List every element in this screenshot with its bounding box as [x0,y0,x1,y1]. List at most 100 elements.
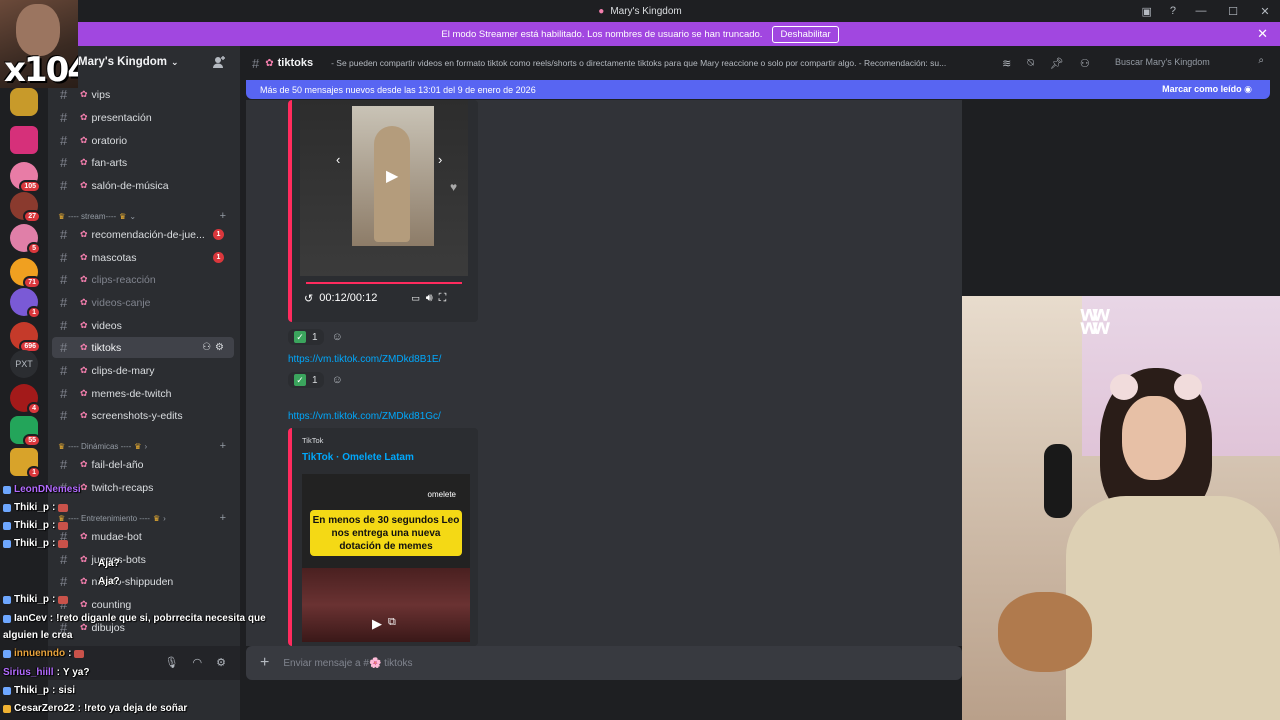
server-icon[interactable]: 5 [10,224,41,255]
omelete-logo: omelete [427,490,456,499]
message-list: ▶ ‹ › ♥ ↺ 00:12/00:12 ▭ 🔊︎ ⛶ ✓ 1 ☺ https:… [246,100,962,646]
chat-line: innuenndo : [3,648,85,659]
microphone-arm [1044,444,1072,518]
server-icon[interactable]: 696 [10,322,41,353]
chevron-left-icon[interactable]: ‹ [336,152,340,167]
channel-topic[interactable]: - Se pueden compartir videos en formato … [331,58,986,68]
flower-icon: ✿ [80,342,88,352]
chat-badge [3,539,11,548]
message-link[interactable]: https://vm.tiktok.com/ZMDkd81Gc/ [288,411,441,422]
add-user-icon[interactable] [212,55,226,69]
channel-videos[interactable]: # ✿ videos [52,315,234,336]
emote-icon [58,521,69,530]
inbox-icon[interactable]: ▣ [1141,5,1151,18]
close-window-button[interactable]: ✕ [1258,5,1272,18]
video-progress-bar[interactable] [306,282,462,284]
channel-clips-de-mary[interactable]: # ✿ clips-de-mary [52,360,234,381]
reaction-check[interactable]: ✓ 1 [288,329,324,345]
stream-chat-overlay: LeonDNemesi Thiki_p : Thiki_p : Thiki_p … [0,480,280,720]
add-reaction-icon[interactable]: ☺ [332,331,343,343]
channel-tiktoks[interactable]: # ✿ tiktoks ⚇ ⚙ [52,337,234,358]
disable-streamer-mode-button[interactable]: Deshabilitar [772,25,839,43]
flower-icon: ✿ [80,135,88,145]
open-external-icon[interactable]: ⧉ [388,616,396,629]
hash-icon: # [60,250,68,265]
play-icon[interactable]: ▶ [386,166,398,186]
flower-icon: ✿ [80,388,88,398]
channel-videos-canje[interactable]: # ✿ videos-canje [52,292,234,313]
category-dinamicas[interactable]: ♛ ---- Dinámicas ---- ♛ › + [58,439,234,453]
channel-mascotas[interactable]: # ✿ mascotas 1 [52,247,234,268]
server-icon[interactable] [10,88,38,116]
chevron-right-icon[interactable]: › [438,152,442,167]
mark-as-read-button[interactable]: Marcar como leído ◉ [1162,84,1252,95]
category-stream[interactable]: ♛ ---- stream---- ♛ ⌄ + [58,209,234,223]
help-icon[interactable]: ? [1170,5,1176,17]
captions-icon[interactable]: ▭ [411,293,420,304]
fullscreen-icon[interactable]: ⛶ [439,292,447,305]
chat-line: IanCev : !reto diganle que si, pobrrecit… [3,613,266,624]
flower-icon: ✿ [80,365,88,375]
replay-icon[interactable]: ↺ [304,292,313,305]
chat-badge [3,485,11,494]
add-reaction-icon[interactable]: ☺ [332,374,343,386]
heart-icon: ♥ [450,180,458,194]
server-icon[interactable]: 55 [10,416,41,447]
channel-salon-de-musica[interactable]: # ✿ salón-de-música [52,175,234,196]
video-thumbnail: ▶ [352,106,434,246]
server-icon[interactable]: 1 [10,288,41,319]
streamer-sweater [1066,496,1280,720]
gear-icon[interactable]: ⚙ [215,342,224,353]
hash-icon: # [60,363,68,378]
thumbnail-caption: En menos de 30 segundos Leo nos entrega … [310,510,462,556]
channel-fan-arts[interactable]: # ✿ fan-arts [52,152,234,173]
hash-icon: # [60,272,68,287]
flower-icon: ✿ [80,229,88,239]
channel-fail-del-ano[interactable]: # ✿ fail-del-año [52,454,234,475]
pin-icon[interactable]: 📌︎ [1050,57,1064,70]
reaction-check[interactable]: ✓ 1 [288,372,324,388]
embed-video-thumbnail[interactable]: omelete En menos de 30 segundos Leo nos … [302,474,470,642]
play-icon[interactable]: ▶ [372,616,382,632]
server-icon[interactable]: 71 [10,258,41,289]
close-icon[interactable]: ✕ [1257,26,1268,42]
crown-icon: ♛ [58,441,66,451]
channel-screenshots-y-edits[interactable]: # ✿ screenshots-y-edits [52,405,234,426]
composer-placeholder: Enviar mensaje a #🌸 tiktoks [283,657,413,669]
server-name: Mary's Kingdom [78,56,167,68]
channel-oratorio[interactable]: # ✿ oratorio [52,130,234,151]
channel-clips-reaccion[interactable]: # ✿ clips-reacción [52,269,234,290]
server-icon[interactable]: 105 [10,162,41,193]
volume-icon[interactable]: 🔊︎ [426,292,433,305]
members-icon[interactable]: ⚇ [1080,57,1090,70]
threads-icon[interactable]: ≋ [1002,57,1011,70]
channel-vips[interactable]: # ✿ vips [52,84,234,105]
channel-presentacion[interactable]: # ✿ presentación [52,107,234,128]
new-messages-bar[interactable]: Más de 50 mensajes nuevos desde las 13:0… [246,80,1270,99]
embed-title[interactable]: TikTok · Omelete Latam [302,452,414,463]
server-icon[interactable]: 1 [10,448,41,479]
server-icon[interactable]: 27 [10,192,41,223]
window-controls: ▣ ? — ☐ ✕ [1141,0,1272,22]
message-link[interactable]: https://vm.tiktok.com/ZMDkd8B1E/ [288,354,441,365]
flower-icon: ✿ [80,157,88,167]
server-icon-pxt[interactable]: PXT [10,350,38,378]
flower-icon: ✿ [80,410,88,420]
channel-recomendacion-de-juegos[interactable]: # ✿ recomendación-de-jue... 1 [52,224,234,245]
channel-memes-de-twitch[interactable]: # ✿ memes-de-twitch [52,383,234,404]
video-player[interactable]: ▶ ‹ › ♥ [300,100,468,276]
server-icon[interactable] [10,126,38,154]
maximize-button[interactable]: ☐ [1226,5,1240,18]
server-icon[interactable]: 4 [10,384,41,415]
minimize-button[interactable]: — [1194,5,1208,17]
search-input[interactable]: Buscar Mary's Kingdom ⌕ [1114,52,1270,72]
add-channel-icon[interactable]: + [220,210,226,222]
emote-icon [74,649,85,658]
flower-icon: ✿ [80,180,88,190]
message-composer[interactable]: + Enviar mensaje a #🌸 tiktoks [246,646,962,680]
add-user-icon[interactable]: ⚇ [202,342,211,353]
flower-icon: ✿ [80,320,88,330]
notifications-muted-icon[interactable]: ⍉ [1027,57,1034,70]
chat-badge [3,614,11,623]
add-channel-icon[interactable]: + [220,440,226,452]
